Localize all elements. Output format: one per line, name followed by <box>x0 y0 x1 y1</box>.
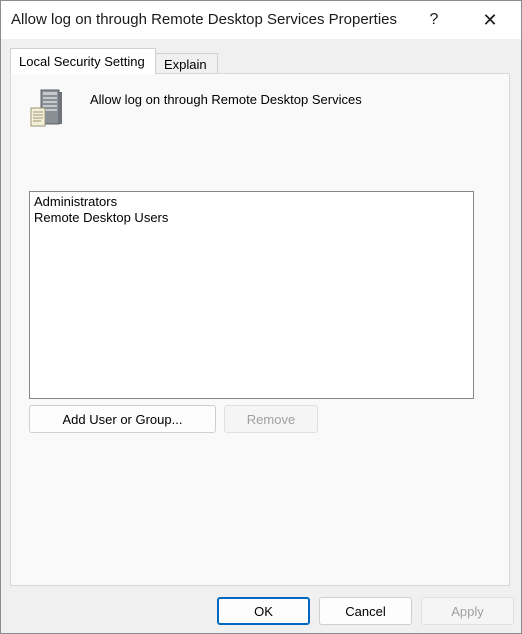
apply-button[interactable]: Apply <box>421 597 514 625</box>
cancel-button[interactable]: Cancel <box>319 597 412 625</box>
members-list[interactable]: Administrators Remote Desktop Users <box>29 191 474 399</box>
ok-button[interactable]: OK <box>217 597 310 625</box>
add-user-or-group-button[interactable]: Add User or Group... <box>29 405 216 433</box>
server-policy-icon <box>30 89 62 127</box>
title-bar: Allow log on through Remote Desktop Serv… <box>1 1 521 39</box>
help-button[interactable]: ? <box>411 1 457 39</box>
tab-panel: Allow log on through Remote Desktop Serv… <box>10 73 510 586</box>
policy-name: Allow log on through Remote Desktop Serv… <box>90 92 362 107</box>
tab-explain[interactable]: Explain <box>156 53 218 74</box>
list-item[interactable]: Administrators <box>34 194 117 209</box>
close-icon: ✕ <box>482 9 498 30</box>
tab-local-security-setting[interactable]: Local Security Setting <box>10 48 156 74</box>
close-button[interactable]: ✕ <box>467 1 513 39</box>
window-title: Allow log on through Remote Desktop Serv… <box>11 11 398 28</box>
list-item[interactable]: Remote Desktop Users <box>34 210 168 225</box>
help-icon: ? <box>429 11 439 28</box>
properties-dialog: Allow log on through Remote Desktop Serv… <box>0 0 522 634</box>
remove-button[interactable]: Remove <box>224 405 318 433</box>
